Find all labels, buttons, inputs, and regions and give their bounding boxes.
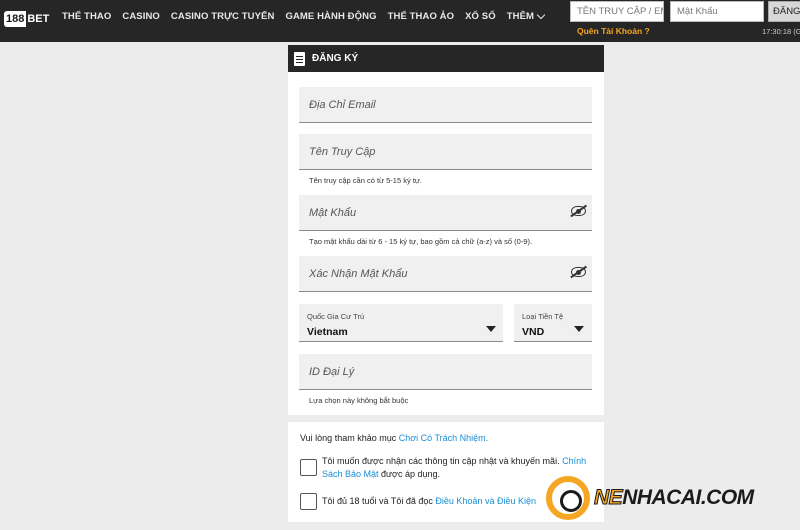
nav-action-games[interactable]: GAME HÀNH ĐỘNG [285, 11, 376, 22]
toggle-confirm-visibility-icon[interactable] [571, 267, 586, 277]
opt-in-text: Tôi muốn được nhận các thông tin cập nhậ… [322, 456, 563, 466]
login-password-input[interactable]: Mật Khẩu [670, 1, 764, 22]
dropdown-arrow-icon [574, 326, 584, 332]
nav-lottery[interactable]: XỔ SỐ [465, 11, 496, 22]
forgot-account-link[interactable]: Quên Tài Khoản ? [577, 26, 650, 36]
username-placeholder: Tên Truy Cập [309, 146, 376, 158]
responsible-gaming-note: Vui lòng tham khảo mục Chơi Có Trách Nhi… [300, 433, 488, 443]
username-hint: Tên truy cập cần có từ 5-15 ký tự. [309, 176, 423, 185]
top-navigation-bar: 188 BET THỂ THAO CASINO CASINO TRỰC TUYẾ… [0, 0, 800, 42]
password-placeholder: Mật Khẩu [309, 207, 357, 219]
nav-live-casino[interactable]: CASINO TRỰC TUYẾN [171, 11, 275, 22]
marketing-opt-in-checkbox[interactable] [300, 459, 317, 476]
register-title: ĐĂNG KÝ [312, 53, 359, 64]
watermark-part2: NHACAI.COM [622, 486, 754, 509]
register-panel-header: ĐĂNG KÝ [288, 45, 604, 72]
age-text: Tôi đủ 18 tuổi và Tôi đã đọc [322, 496, 436, 506]
agent-id-field[interactable]: ID Đại Lý [299, 354, 592, 390]
login-username-input[interactable]: TÊN TRUY CẬP / EMAIL [570, 1, 664, 22]
currency-label: Loại Tiền Tệ [522, 312, 564, 321]
brand-logo[interactable]: 188 BET [4, 9, 49, 29]
password-hint: Tạo mật khẩu dài từ 6 - 15 ký tự, bao gồ… [309, 237, 533, 246]
chevron-down-icon [536, 10, 546, 20]
responsible-gaming-text: Vui lòng tham khảo mục [300, 433, 399, 443]
register-form: Địa Chỉ Email Tên Truy Cập Tên truy cập … [288, 72, 604, 415]
toggle-password-visibility-icon[interactable] [571, 206, 586, 216]
nav-casino[interactable]: CASINO [122, 11, 160, 22]
email-placeholder: Địa Chỉ Email [309, 99, 376, 111]
confirm-password-field[interactable]: Xác Nhận Mật Khẩu [299, 256, 592, 292]
site-watermark: NENHACAI.COM [546, 470, 786, 526]
email-field[interactable]: Địa Chỉ Email [299, 87, 592, 123]
nav-more-label: THÊM [506, 11, 535, 22]
agent-id-hint: Lựa chọn này không bắt buộc [309, 396, 409, 405]
responsible-gaming-link[interactable]: Chơi Có Trách Nhiệm. [399, 433, 488, 443]
currency-value: VND [522, 326, 545, 338]
confirm-password-placeholder: Xác Nhận Mật Khẩu [309, 268, 408, 280]
login-button[interactable]: ĐĂNG NHẬP [768, 1, 800, 22]
age-confirm-checkbox[interactable] [300, 493, 317, 510]
agent-id-placeholder: ID Đại Lý [309, 366, 355, 378]
nav-sports[interactable]: THỂ THAO [62, 11, 111, 22]
username-field[interactable]: Tên Truy Cập [299, 134, 592, 170]
terms-conditions-link[interactable]: Điều Khoản và Điều Kiện [435, 496, 536, 506]
opt-in-suffix: được áp dụng. [378, 469, 440, 479]
logo-text: BET [27, 13, 50, 25]
country-select[interactable]: Quốc Gia Cư Trú Vietnam [299, 304, 503, 342]
watermark-text: NENHACAI.COM [593, 486, 754, 510]
nav-more[interactable]: THÊM [506, 10, 546, 22]
nav-virtual-sports[interactable]: THỂ THAO ẢO [388, 11, 455, 22]
dropdown-arrow-icon [486, 326, 496, 332]
logo-number: 188 [4, 11, 27, 27]
document-icon [294, 51, 305, 66]
country-value: Vietnam [307, 326, 348, 338]
watermark-logo-icon [546, 476, 590, 520]
country-label: Quốc Gia Cư Trú [307, 312, 365, 321]
main-nav: THỂ THAO CASINO CASINO TRỰC TUYẾN GAME H… [62, 10, 555, 22]
password-field[interactable]: Mật Khẩu [299, 195, 592, 231]
watermark-part1: NE [593, 486, 623, 510]
currency-select[interactable]: Loại Tiền Tệ VND [514, 304, 592, 342]
server-clock: 17:30:18 (GMT+7) [762, 27, 800, 36]
